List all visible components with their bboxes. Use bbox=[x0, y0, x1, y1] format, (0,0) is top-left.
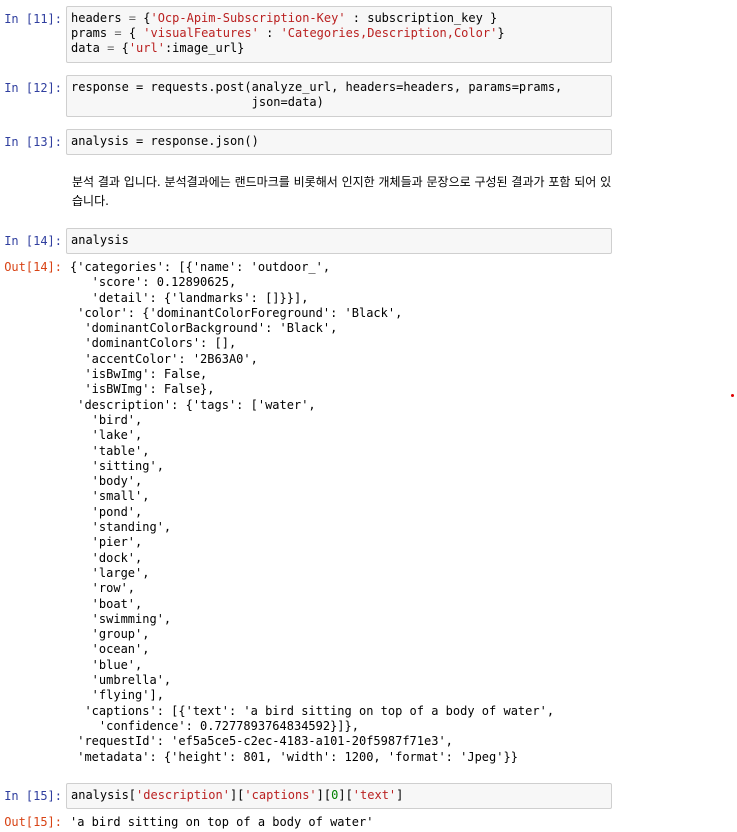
output-text: 'a bird sitting on top of a body of wate… bbox=[70, 815, 374, 829]
output-text: {'categories': [{'name': 'outdoor_', 'sc… bbox=[70, 260, 555, 764]
code-input[interactable]: analysis bbox=[66, 228, 612, 254]
output-prompt: Out[15]: bbox=[4, 815, 62, 829]
code-text: analysis = response.json() bbox=[71, 134, 259, 148]
red-dot-marker bbox=[731, 394, 734, 397]
input-prompt: In [14]: bbox=[4, 234, 62, 248]
code-input[interactable]: analysis['description']['captions'][0]['… bbox=[66, 783, 612, 809]
output-area: {'categories': [{'name': 'outdoor_', 'sc… bbox=[66, 260, 674, 765]
output-prompt: Out[14]: bbox=[4, 260, 62, 274]
output-area: 'a bird sitting on top of a body of wate… bbox=[66, 815, 674, 830]
markdown-cell: 분석 결과 입니다. 분석결과에는 랜드마크를 비롯해서 인지한 개체들과 문장… bbox=[72, 175, 612, 208]
code-input[interactable]: response = requests.post(analyze_url, he… bbox=[66, 75, 612, 117]
code-text: analysis['description']['captions'][0]['… bbox=[71, 788, 404, 802]
code-input[interactable]: analysis = response.json() bbox=[66, 129, 612, 155]
code-input[interactable]: headers = {'Ocp-Apim-Subscription-Key' :… bbox=[66, 6, 612, 63]
code-text: response = requests.post(analyze_url, he… bbox=[71, 80, 563, 110]
input-prompt: In [11]: bbox=[4, 12, 62, 26]
input-prompt: In [15]: bbox=[4, 789, 62, 803]
code-text: analysis bbox=[71, 233, 129, 247]
code-text: headers = {'Ocp-Apim-Subscription-Key' :… bbox=[71, 11, 505, 56]
input-prompt: In [12]: bbox=[4, 81, 62, 95]
input-prompt: In [13]: bbox=[4, 135, 62, 149]
